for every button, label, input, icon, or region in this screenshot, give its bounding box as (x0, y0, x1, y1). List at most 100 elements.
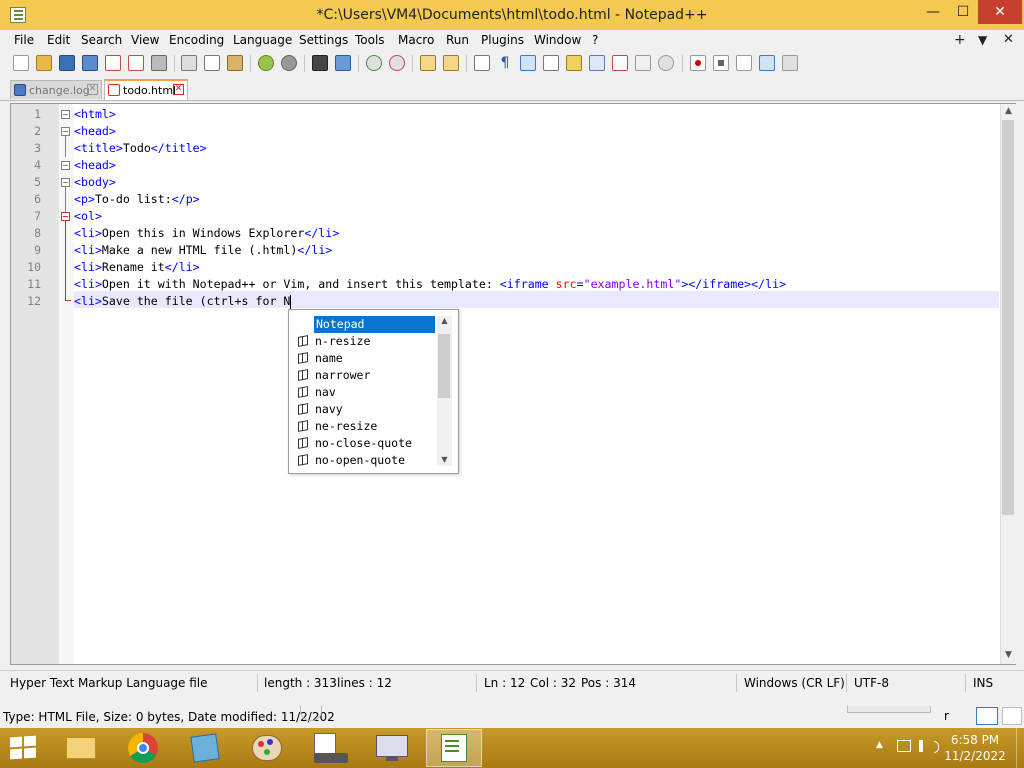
show-hidden-icons-icon[interactable]: ▲ (876, 740, 883, 750)
autocomplete-item[interactable]: no-close-quote (295, 435, 436, 452)
autocomplete-item[interactable]: narrower (295, 367, 436, 384)
function-list-icon[interactable] (589, 55, 605, 71)
view-in-browser-icon[interactable] (658, 55, 674, 71)
fold-margin[interactable] (59, 104, 74, 664)
menu-view[interactable]: View (131, 33, 159, 47)
autocomplete-item[interactable]: ne-resize (295, 418, 436, 435)
scrollbar-thumb[interactable] (438, 334, 450, 398)
close-file-icon[interactable] (105, 55, 121, 71)
autocomplete-item[interactable]: nav (295, 384, 436, 401)
menu-run[interactable]: Run (446, 33, 469, 47)
stop-recording-icon[interactable] (713, 55, 729, 71)
menu-search[interactable]: Search (81, 33, 122, 47)
close-all-icon[interactable] (128, 55, 144, 71)
sync-vertical-icon[interactable] (420, 55, 436, 71)
scroll-up-arrow-icon[interactable]: ▲ (1001, 106, 1016, 116)
notebook-icon[interactable] (178, 729, 234, 767)
new-file-icon[interactable] (13, 55, 29, 71)
explorer-view-icon[interactable] (976, 707, 998, 725)
fold-toggle[interactable] (61, 127, 70, 136)
code-line-5[interactable]: <body> (74, 174, 116, 191)
scroll-up-arrow-icon[interactable]: ▲ (437, 316, 452, 325)
windows-start-icon[interactable] (10, 735, 36, 760)
tab-change-log[interactable]: change.log ✕ (10, 80, 102, 99)
menu-macro[interactable]: Macro (398, 33, 434, 47)
task-manager-icon[interactable] (302, 729, 358, 767)
scrollbar-thumb[interactable] (1002, 120, 1014, 515)
close-tab-icon[interactable]: ✕ (87, 84, 98, 95)
close-tab-icon[interactable]: ✕ (173, 84, 184, 95)
tab-list-dropdown-icon[interactable]: ▼ (978, 33, 987, 47)
vertical-scrollbar[interactable]: ▲ ▼ (1000, 104, 1016, 664)
minimize-button[interactable]: — (918, 0, 948, 24)
save-icon[interactable] (59, 55, 75, 71)
menu-window[interactable]: Window (534, 33, 581, 47)
save-macro-icon[interactable] (782, 55, 798, 71)
code-line-2[interactable]: <head> (74, 123, 116, 140)
editor-pane[interactable]: 1 2 3 4 5 6 7 8 9 10 11 12 <html> <head>… (10, 103, 1016, 665)
remote-desktop-icon[interactable] (364, 729, 420, 767)
code-line-3[interactable]: <title>Todo</title> (74, 140, 207, 157)
status-insert-mode[interactable]: INS (973, 676, 993, 690)
menu-tools[interactable]: Tools (355, 33, 385, 47)
scroll-down-arrow-icon[interactable]: ▼ (1001, 650, 1016, 660)
replace-icon[interactable] (335, 55, 351, 71)
scroll-down-arrow-icon[interactable]: ▼ (437, 455, 452, 464)
status-eol[interactable]: Windows (CR LF) (744, 676, 845, 690)
copy-icon[interactable] (204, 55, 220, 71)
fold-toggle-current[interactable] (61, 212, 70, 221)
paint-icon[interactable] (240, 729, 296, 767)
paste-icon[interactable] (227, 55, 243, 71)
playback-macro-icon[interactable] (736, 55, 752, 71)
autocomplete-item[interactable]: navy (295, 401, 436, 418)
add-tab-icon[interactable]: + (954, 32, 966, 48)
code-line-4[interactable]: <head> (74, 157, 116, 174)
indent-guide-icon[interactable] (520, 55, 536, 71)
word-wrap-icon[interactable] (474, 55, 490, 71)
record-macro-icon[interactable] (690, 55, 706, 71)
fold-toggle[interactable] (61, 178, 70, 187)
explorer-view-icon[interactable] (1002, 707, 1022, 725)
code-line-1[interactable]: <html> (74, 106, 116, 123)
menu-help[interactable]: ? (592, 33, 598, 47)
document-map-icon[interactable] (566, 55, 582, 71)
code-line-12[interactable]: <li>Save the file (ctrl+s for N (74, 293, 292, 310)
sync-horizontal-icon[interactable] (443, 55, 459, 71)
code-line-8[interactable]: <li>Open this in Windows Explorer</li> (74, 225, 339, 242)
menu-encoding[interactable]: Encoding (169, 33, 224, 47)
print-icon[interactable] (151, 55, 167, 71)
code-line-10[interactable]: <li>Rename it</li> (74, 259, 200, 276)
status-encoding[interactable]: UTF-8 (854, 676, 889, 690)
tab-todo-html[interactable]: todo.html ✕ (104, 79, 188, 100)
show-desktop-button[interactable] (1016, 728, 1024, 768)
run-macro-multiple-icon[interactable] (759, 55, 775, 71)
zoom-out-icon[interactable] (389, 55, 405, 71)
volume-icon[interactable] (919, 740, 931, 752)
file-explorer-icon[interactable] (54, 729, 110, 767)
system-clock[interactable]: 6:58 PM 11/2/2022 (940, 732, 1010, 764)
autocomplete-item[interactable]: n-resize (295, 333, 436, 350)
autocomplete-item-selected[interactable]: Notepad (295, 316, 436, 333)
redo-icon[interactable] (281, 55, 297, 71)
code-line-11[interactable]: <li>Open it with Notepad++ or Vim, and i… (74, 276, 786, 293)
code-line-6[interactable]: <p>To-do list:</p> (74, 191, 200, 208)
folder-as-workspace-icon[interactable] (612, 55, 628, 71)
fold-toggle[interactable] (61, 110, 70, 119)
network-icon[interactable] (897, 740, 911, 752)
fold-toggle[interactable] (61, 161, 70, 170)
autocomplete-scrollbar[interactable]: ▲ ▼ (437, 316, 452, 466)
show-all-characters-icon[interactable]: ¶ (497, 55, 513, 71)
menu-edit[interactable]: Edit (47, 33, 70, 47)
menu-plugins[interactable]: Plugins (481, 33, 524, 47)
close-button[interactable]: ✕ (978, 0, 1022, 24)
zoom-in-icon[interactable] (366, 55, 382, 71)
autocomplete-item[interactable]: no-open-quote (295, 452, 436, 469)
cut-icon[interactable] (181, 55, 197, 71)
find-icon[interactable] (312, 55, 328, 71)
notepad-plus-plus-icon[interactable] (426, 729, 482, 767)
menu-settings[interactable]: Settings (299, 33, 348, 47)
chrome-icon[interactable] (116, 729, 172, 767)
code-line-7[interactable]: <ol> (74, 208, 102, 225)
user-defined-language-icon[interactable] (543, 55, 559, 71)
monitoring-icon[interactable] (635, 55, 651, 71)
